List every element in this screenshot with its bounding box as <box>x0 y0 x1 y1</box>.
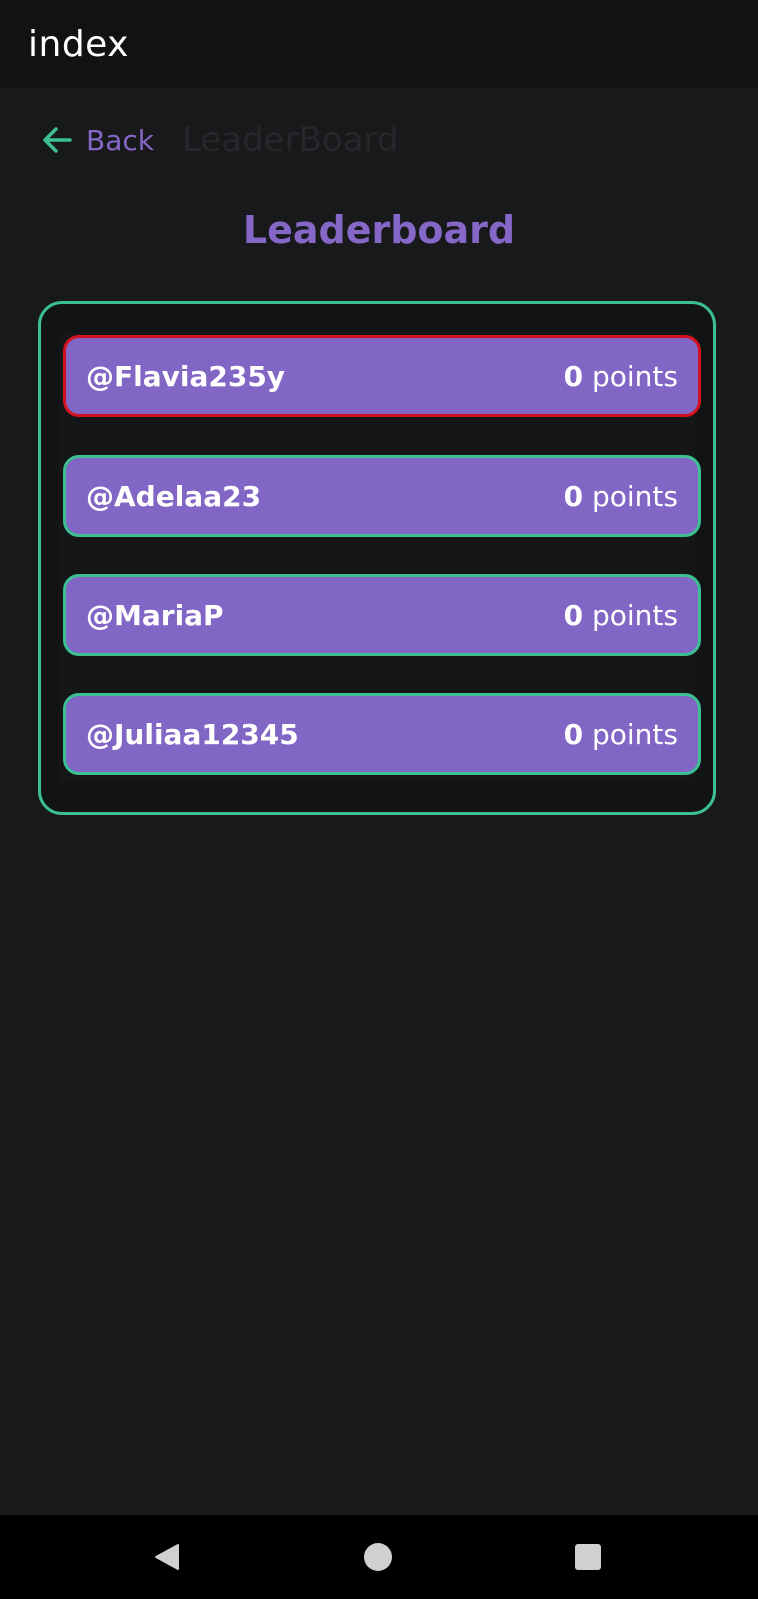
app-bar: index <box>0 0 758 88</box>
header-title: LeaderBoard <box>181 120 399 160</box>
points-label: points <box>592 359 678 393</box>
points-value: 0 <box>563 717 584 751</box>
header-row: Back LeaderBoard <box>0 110 758 170</box>
leaderboard-panel: @Flavia235y 0 points @Adelaa23 0 points … <box>38 301 716 815</box>
row-points: 0 points <box>564 599 678 632</box>
back-button[interactable]: Back <box>40 123 154 157</box>
arrow-left-icon <box>43 127 72 153</box>
row-points: 0 points <box>564 718 678 751</box>
row-username: @Flavia235y <box>86 359 286 393</box>
points-label: points <box>592 598 678 632</box>
points-value: 0 <box>563 359 584 393</box>
row-username: @Adelaa23 <box>86 479 262 513</box>
points-value: 0 <box>563 598 584 632</box>
leaderboard-row[interactable]: @Flavia235y 0 points <box>63 335 701 417</box>
leaderboard-row[interactable]: @Juliaa12345 0 points <box>63 693 701 775</box>
leaderboard-row[interactable]: @Adelaa23 0 points <box>63 455 701 537</box>
back-label: Back <box>86 123 154 157</box>
app-bar-title: index <box>28 23 129 65</box>
system-nav-bar <box>0 1515 758 1599</box>
circle-home-icon[interactable] <box>362 1541 394 1573</box>
points-value: 0 <box>563 479 584 513</box>
row-points: 0 points <box>564 360 678 393</box>
points-label: points <box>592 717 678 751</box>
square-recents-icon[interactable] <box>572 1541 604 1573</box>
row-points: 0 points <box>564 480 678 513</box>
row-username: @Juliaa12345 <box>86 717 299 751</box>
points-label: points <box>592 479 678 513</box>
page-title: Leaderboard <box>242 208 516 252</box>
triangle-back-icon[interactable] <box>152 1541 184 1573</box>
row-username: @MariaP <box>86 598 224 632</box>
leaderboard-row[interactable]: @MariaP 0 points <box>63 574 701 656</box>
